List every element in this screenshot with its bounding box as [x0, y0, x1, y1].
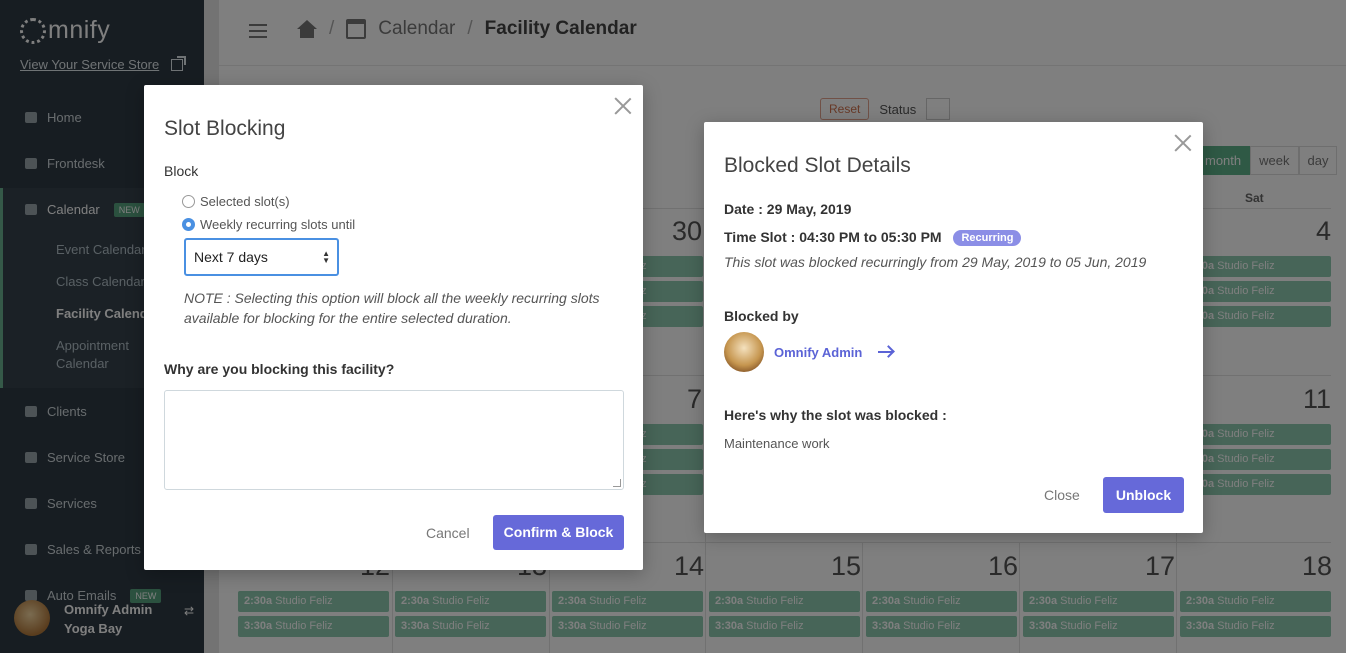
blocking-note: NOTE : Selecting this option will block …: [184, 290, 600, 326]
reason-textarea[interactable]: [164, 390, 624, 490]
duration-select[interactable]: Next 7 days ▲ ▼: [184, 238, 339, 276]
blocked-by-label: Blocked by: [724, 308, 799, 324]
reason-heading: Here's why the slot was blocked :: [724, 407, 947, 423]
slot-time: Time Slot : 04:30 PM to 05:30 PM Recurri…: [724, 229, 1022, 246]
unblock-button[interactable]: Unblock: [1103, 477, 1184, 513]
modal-title: Blocked Slot Details: [724, 154, 911, 177]
confirm-block-button[interactable]: Confirm & Block: [493, 515, 624, 550]
close-icon[interactable]: [1174, 134, 1192, 152]
recurring-badge: Recurring: [953, 230, 1022, 246]
slot-blocking-modal: Slot Blocking Block Selected slot(s) Wee…: [144, 85, 643, 570]
avatar: [724, 332, 764, 372]
option-selected-slots[interactable]: Selected slot(s): [182, 194, 290, 209]
slot-date: Date : 29 May, 2019: [724, 201, 852, 217]
recurring-note: This slot was blocked recurringly from 2…: [724, 254, 1147, 270]
arrow-right-icon: [878, 351, 893, 353]
block-reason: Maintenance work: [724, 436, 830, 451]
close-icon[interactable]: [614, 97, 632, 115]
block-label: Block: [164, 163, 199, 179]
option-weekly-recurring[interactable]: Weekly recurring slots until: [182, 217, 355, 232]
modal-title: Slot Blocking: [164, 117, 286, 140]
close-button[interactable]: Close: [1044, 487, 1080, 503]
blocked-by-name[interactable]: Omnify Admin: [774, 345, 862, 360]
radio-button[interactable]: [182, 195, 195, 208]
reason-question: Why are you blocking this facility?: [164, 361, 395, 377]
cancel-button[interactable]: Cancel: [426, 525, 470, 541]
radio-button-checked[interactable]: [182, 218, 195, 231]
blocked-by-user[interactable]: Omnify Admin: [724, 332, 893, 372]
select-arrows-icon: ▲ ▼: [322, 249, 330, 265]
blocked-slot-details-modal: Blocked Slot Details Date : 29 May, 2019…: [704, 122, 1203, 533]
